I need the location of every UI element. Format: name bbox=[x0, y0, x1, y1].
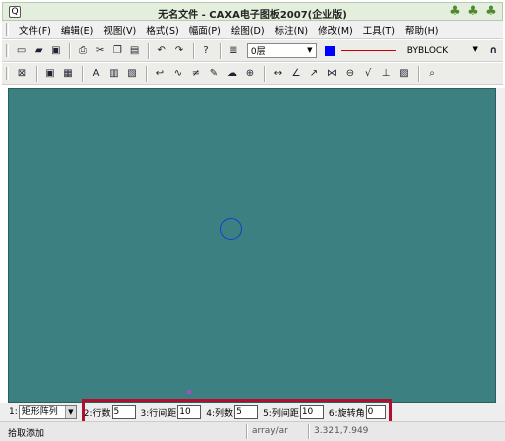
menu-sheet[interactable]: 幅面(P) bbox=[184, 23, 226, 37]
pen-icon[interactable]: ✎ bbox=[206, 66, 222, 82]
drawing-canvas[interactable] bbox=[8, 88, 496, 403]
menu-tools[interactable]: 工具(T) bbox=[358, 23, 400, 37]
separator bbox=[148, 42, 151, 59]
chevron-down-icon: ▼ bbox=[472, 45, 478, 53]
linewidth-select[interactable]: BYBLOCK ▼ bbox=[404, 43, 482, 58]
magnet-icon[interactable]: ∩ bbox=[486, 43, 501, 59]
zoom-dynamic-icon[interactable]: ▦ bbox=[60, 66, 76, 82]
mode-number-label: 1: bbox=[9, 407, 18, 417]
cloud-icon[interactable]: ☁ bbox=[224, 66, 240, 82]
separator bbox=[146, 65, 148, 82]
inspect-icon[interactable]: ⌕ bbox=[424, 66, 440, 82]
menu-draw[interactable]: 绘图(D) bbox=[226, 23, 270, 37]
separator bbox=[418, 65, 420, 82]
separator bbox=[219, 42, 222, 59]
menu-modify[interactable]: 修改(M) bbox=[313, 23, 358, 37]
array-mode-select[interactable]: 矩形阵列 ▼ bbox=[18, 405, 77, 419]
table-icon[interactable]: ▥ bbox=[106, 66, 122, 82]
separator bbox=[192, 42, 195, 59]
linetype-sample[interactable] bbox=[340, 50, 396, 51]
window-controls: ♣ ♣ ♣ bbox=[448, 5, 498, 19]
separator bbox=[264, 65, 266, 82]
menu-grip[interactable] bbox=[6, 23, 9, 36]
paste-icon[interactable]: ▤ bbox=[127, 43, 142, 59]
text-icon[interactable]: A bbox=[88, 66, 104, 82]
status-command: array/ar bbox=[252, 426, 288, 436]
array-mode-value: 矩形阵列 bbox=[21, 407, 58, 417]
zoom-window-icon[interactable]: ⊠ bbox=[14, 66, 30, 82]
menu-format[interactable]: 格式(S) bbox=[141, 23, 183, 37]
separator bbox=[82, 65, 84, 82]
wave-line-icon[interactable]: ∿ bbox=[170, 66, 186, 82]
menu-help[interactable]: 帮助(H) bbox=[400, 23, 444, 37]
break-line-icon[interactable]: ≠ bbox=[188, 66, 204, 82]
roughness-icon[interactable]: √ bbox=[360, 66, 376, 82]
open-folder-icon[interactable]: ▰ bbox=[31, 43, 46, 59]
cut-icon[interactable]: ✂ bbox=[93, 43, 108, 59]
title-bar: Q 无名文件 - CAXA电子图板2007(企业版) ♣ ♣ ♣ bbox=[2, 2, 503, 21]
hatch-icon[interactable]: ▨ bbox=[396, 66, 412, 82]
arc-tool-icon[interactable]: ↩ bbox=[152, 66, 168, 82]
minimize-icon[interactable]: ♣ bbox=[448, 5, 462, 19]
status-coordinates: 3.321,7.949 bbox=[314, 426, 369, 436]
print-icon[interactable]: ⎙ bbox=[75, 43, 90, 59]
help-icon[interactable]: ? bbox=[199, 43, 214, 59]
chevron-down-icon: ▼ bbox=[307, 46, 313, 54]
menu-view[interactable]: 视图(V) bbox=[98, 23, 141, 37]
dimension-icon[interactable]: ↔ bbox=[270, 66, 286, 82]
status-divider bbox=[246, 424, 248, 439]
layer-icon[interactable]: ≣ bbox=[226, 43, 241, 59]
toolbar-grip[interactable] bbox=[6, 44, 9, 57]
menu-dimension[interactable]: 标注(N) bbox=[270, 23, 314, 37]
status-bar: 拾取添加 array/ar 3.321,7.949 bbox=[0, 421, 505, 441]
close-icon[interactable]: ♣ bbox=[484, 5, 498, 19]
separator bbox=[36, 65, 38, 82]
toolbar-grip[interactable] bbox=[6, 67, 9, 80]
block-icon[interactable]: ⊕ bbox=[242, 66, 258, 82]
datum-icon[interactable]: ⊥ bbox=[378, 66, 394, 82]
save-icon[interactable]: ▣ bbox=[48, 43, 63, 59]
status-prompt: 拾取添加 bbox=[8, 429, 45, 439]
separator bbox=[69, 42, 72, 59]
leader-icon[interactable]: ↗ bbox=[306, 66, 322, 82]
tolerance-icon[interactable]: ⊖ bbox=[342, 66, 358, 82]
new-file-icon[interactable]: ▭ bbox=[14, 43, 29, 59]
layer-select-value: 0层 bbox=[250, 47, 266, 57]
angle-dim-icon[interactable]: ∠ bbox=[288, 66, 304, 82]
window-title: 无名文件 - CAXA电子图板2007(企业版) bbox=[158, 10, 347, 21]
canvas-frame-right bbox=[496, 88, 505, 403]
menu-bar: 文件(F) 编辑(E) 视图(V) 格式(S) 幅面(P) 绘图(D) 标注(N… bbox=[2, 21, 503, 39]
menu-edit[interactable]: 编辑(E) bbox=[56, 23, 98, 37]
menu-file[interactable]: 文件(F) bbox=[14, 23, 56, 37]
linewidth-select-value: BYBLOCK bbox=[406, 45, 449, 56]
standard-toolbar: ▭ ▰ ▣ ⎙ ✂ ❐ ▤ ↶ ↷ ? ≣ 0层 ▼ BYBLOCK ▼ ∩ bbox=[2, 40, 503, 62]
drawing-toolbar: ⊠ ▣ ▦ A ▥ ▧ ↩ ∿ ≠ ✎ ☁ ⊕ ↔ ∠ ↗ ⋈ ⊖ √ ⊥ ▨ … bbox=[2, 63, 503, 85]
layer-select[interactable]: 0层 ▼ bbox=[246, 43, 318, 58]
color-swatch[interactable] bbox=[325, 45, 335, 56]
copy-icon[interactable]: ❐ bbox=[110, 43, 125, 59]
maximize-icon[interactable]: ♣ bbox=[466, 5, 480, 19]
redo-icon[interactable]: ↷ bbox=[171, 43, 186, 59]
drawn-circle[interactable] bbox=[220, 218, 242, 240]
status-divider bbox=[308, 424, 310, 439]
weld-icon[interactable]: ⋈ bbox=[324, 66, 340, 82]
chevron-down-icon: ▼ bbox=[64, 406, 76, 418]
image-icon[interactable]: ▧ bbox=[124, 66, 140, 82]
zoom-all-icon[interactable]: ▣ bbox=[42, 66, 58, 82]
undo-icon[interactable]: ↶ bbox=[154, 43, 169, 59]
cursor-marker bbox=[187, 390, 191, 394]
